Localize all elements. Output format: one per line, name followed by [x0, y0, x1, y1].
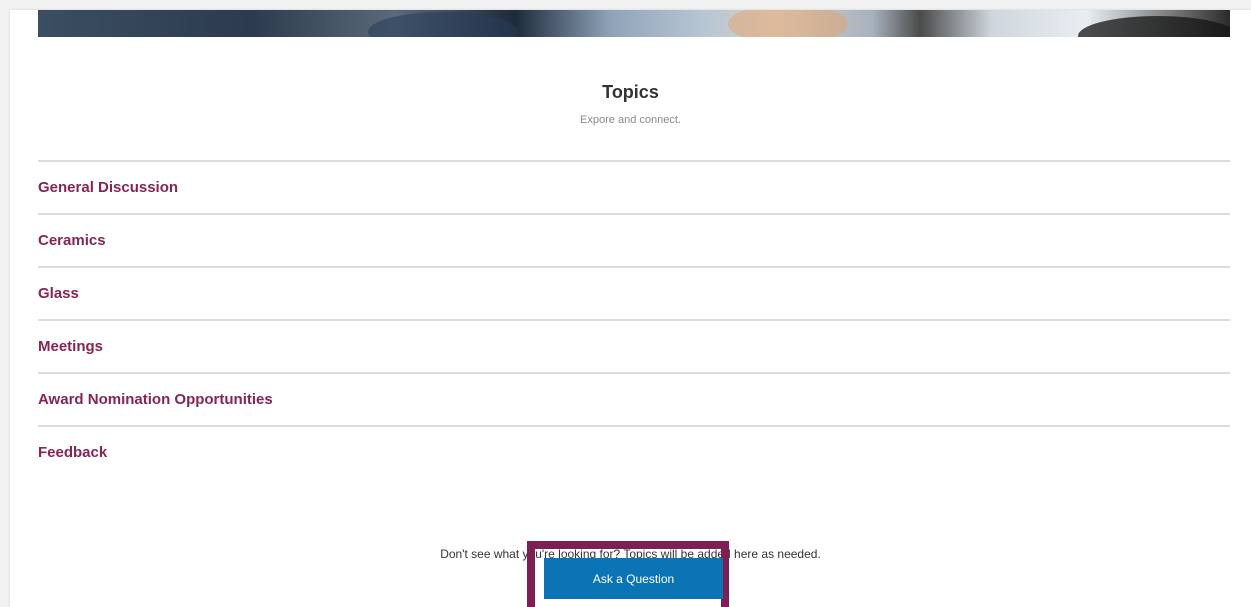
topic-link-ceramics[interactable]: Ceramics — [38, 232, 106, 249]
section-title: Topics — [602, 82, 659, 102]
topic-list: General Discussion Ceramics Glass Meetin… — [38, 160, 1230, 478]
topic-link-feedback[interactable]: Feedback — [38, 444, 107, 461]
hero-banner-image — [38, 10, 1230, 37]
topic-item: Feedback — [38, 425, 1230, 478]
topics-panel: Topics Expore and connect. General Discu… — [10, 10, 1251, 607]
topic-item: General Discussion — [38, 160, 1230, 213]
topic-link-award-nomination-opportunities[interactable]: Award Nomination Opportunities — [38, 391, 273, 408]
topic-item: Ceramics — [38, 213, 1230, 266]
topic-link-glass[interactable]: Glass — [38, 285, 79, 302]
topic-item: Glass — [38, 266, 1230, 319]
ask-question-button[interactable]: Ask a Question — [544, 558, 723, 599]
topic-link-meetings[interactable]: Meetings — [38, 338, 103, 355]
topic-item: Award Nomination Opportunities — [38, 372, 1230, 425]
section-subtitle: Expore and connect. — [580, 114, 681, 126]
topic-link-general-discussion[interactable]: General Discussion — [38, 179, 178, 196]
topic-item: Meetings — [38, 319, 1230, 372]
